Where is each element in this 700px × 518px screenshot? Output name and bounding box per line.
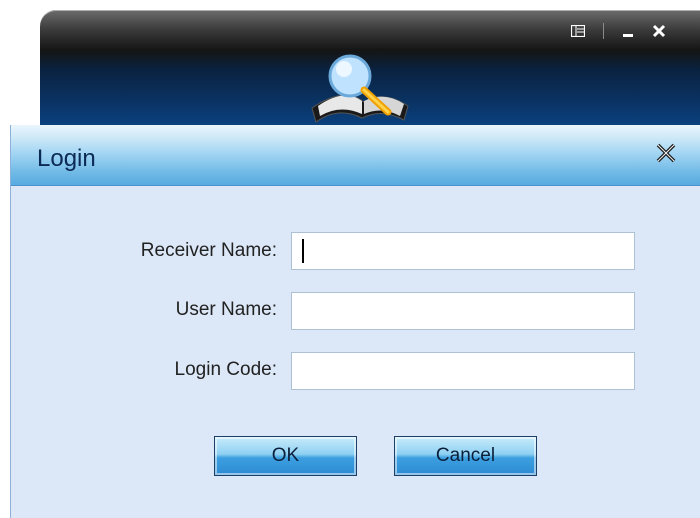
app-titlebar: [40, 10, 700, 50]
search-notebook-logo: [304, 46, 414, 130]
background-app-window: [40, 10, 700, 140]
login-code-label: Login Code:: [174, 359, 277, 380]
close-icon[interactable]: [648, 22, 670, 40]
user-name-label: User Name:: [175, 299, 277, 320]
login-dialog: Login Receiver Name: User Name: Login Co…: [10, 125, 700, 518]
cancel-button[interactable]: Cancel: [394, 436, 537, 476]
ok-button[interactable]: OK: [214, 436, 357, 476]
dialog-title: Login: [37, 145, 96, 172]
titlebar-separator: [603, 23, 604, 39]
close-icon[interactable]: [652, 139, 680, 167]
receiver-name-label: Receiver Name:: [140, 240, 277, 261]
login-code-input[interactable]: [291, 352, 635, 390]
minimize-icon[interactable]: [617, 22, 639, 40]
user-name-input[interactable]: [291, 292, 635, 330]
dialog-titlebar: Login: [11, 125, 700, 186]
receiver-name-input[interactable]: [291, 232, 635, 270]
list-menu-icon[interactable]: [567, 22, 589, 40]
text-caret: [302, 239, 304, 263]
